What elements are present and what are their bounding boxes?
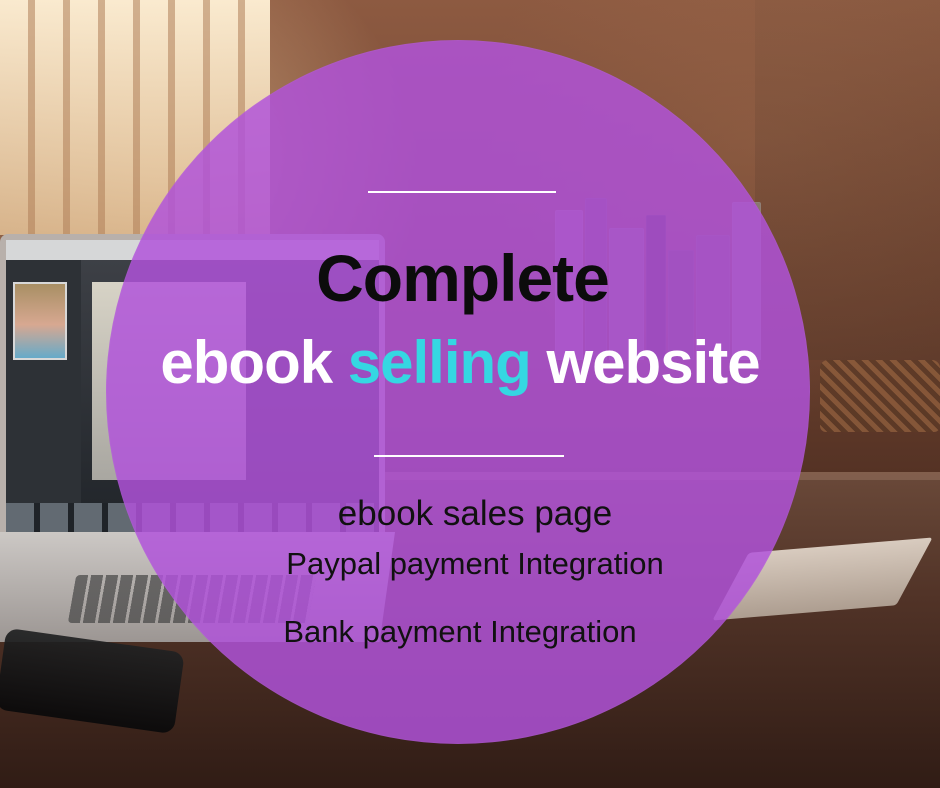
headline-ebook-selling-website: ebook selling website — [110, 333, 810, 393]
headline-word-ebook: ebook — [160, 329, 348, 396]
divider-line-top — [368, 191, 556, 193]
headline-word-selling: selling — [347, 329, 532, 396]
headline-complete: Complete — [316, 241, 610, 315]
photo-thumbnail — [13, 282, 67, 360]
divider-line-middle — [374, 455, 564, 457]
feature-bank-payment-integration: Bank payment Integration — [283, 614, 637, 649]
feature-paypal-payment-integration: Paypal payment Integration — [286, 546, 664, 581]
headline-word-website: website — [530, 329, 760, 396]
window-stripe — [133, 0, 140, 235]
window-stripe — [98, 0, 105, 235]
feature-ebook-sales-page: ebook sales page — [337, 494, 613, 533]
basket — [820, 360, 940, 432]
window-stripe — [28, 0, 35, 235]
window-stripe — [63, 0, 70, 235]
